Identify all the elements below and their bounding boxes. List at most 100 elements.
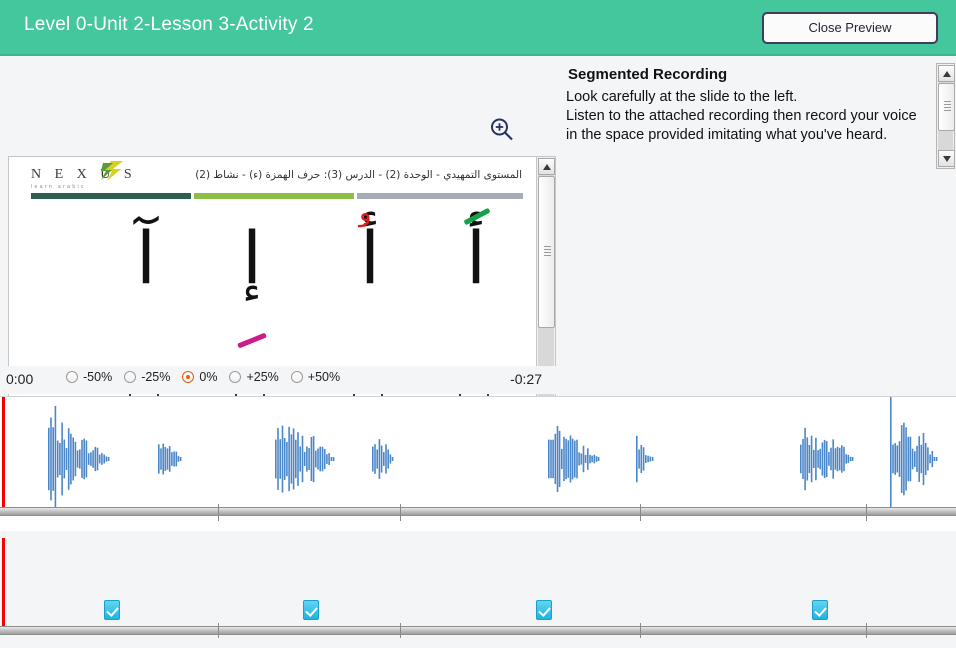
damma-mark-red-icon: و bbox=[359, 198, 372, 228]
waveform-bar bbox=[815, 437, 817, 481]
waveform-graphic[interactable] bbox=[0, 397, 956, 507]
waveform-bar bbox=[802, 439, 804, 479]
waveform-bar bbox=[70, 433, 72, 485]
waveform-bar bbox=[376, 449, 378, 469]
waveform-bar bbox=[810, 435, 813, 483]
waveform-bar bbox=[841, 445, 843, 473]
waveform-bar bbox=[105, 456, 108, 462]
speed-option-minus25[interactable]: -25% bbox=[124, 370, 170, 384]
waveform-bar bbox=[911, 448, 914, 470]
instructions-scrollbar[interactable] bbox=[936, 63, 955, 169]
radio-icon[interactable] bbox=[229, 371, 242, 383]
speed-label-minus25: -25% bbox=[141, 370, 171, 384]
waveform-bar bbox=[574, 440, 576, 478]
instructions-scroll-up-icon[interactable] bbox=[938, 65, 955, 82]
waveform-bar bbox=[550, 439, 552, 479]
speed-option-zero[interactable]: 0% bbox=[182, 370, 217, 384]
waveform-bar bbox=[924, 443, 927, 475]
waveform-bar bbox=[929, 454, 931, 464]
waveform-bar bbox=[933, 457, 936, 461]
waveform-bar bbox=[63, 439, 66, 479]
waveform-bar bbox=[567, 440, 570, 478]
waveform-bar bbox=[160, 448, 162, 470]
radio-icon[interactable] bbox=[124, 371, 137, 383]
playhead-segments[interactable] bbox=[2, 538, 5, 626]
radio-icon[interactable] bbox=[290, 371, 303, 383]
waveform-bar bbox=[319, 446, 321, 472]
waveform-bar bbox=[54, 405, 57, 507]
speed-option-minus50[interactable]: -50% bbox=[66, 370, 112, 384]
segmented-recording-app: Level 0-Unit 2-Lesson 3-Activity 2 Close… bbox=[0, 0, 956, 648]
ruler-tick bbox=[218, 504, 219, 521]
waveform-bar bbox=[179, 457, 182, 461]
radio-icon-selected[interactable] bbox=[182, 371, 195, 383]
waveform-bar bbox=[162, 443, 164, 475]
waveform-bar bbox=[332, 457, 335, 461]
waveform-bar bbox=[838, 447, 841, 471]
segment-checkbox-3[interactable] bbox=[536, 600, 552, 620]
speed-label-plus25: +25% bbox=[246, 370, 279, 384]
waveform-bar bbox=[556, 425, 559, 493]
waveform-bar bbox=[565, 438, 567, 480]
glyph-char-2: أ bbox=[359, 216, 380, 300]
waveform-bar bbox=[552, 439, 554, 479]
waveform-bar bbox=[303, 451, 306, 467]
zoom-in-icon[interactable] bbox=[488, 116, 516, 144]
waveform-bar bbox=[290, 434, 293, 484]
playback-speed-bar: 0:00 -50% -25% 0% +25% +50% -0:27 bbox=[0, 366, 556, 394]
speed-radio-group[interactable]: -50% -25% 0% +25% +50% bbox=[66, 370, 340, 384]
waveform-bar bbox=[914, 451, 916, 467]
waveform-bar bbox=[894, 443, 896, 475]
close-preview-button[interactable]: Close Preview bbox=[762, 12, 938, 44]
waveform-bar bbox=[649, 456, 652, 462]
ruler-tick bbox=[866, 504, 867, 521]
segment-ruler[interactable] bbox=[0, 623, 956, 640]
waveform-bar bbox=[918, 436, 920, 482]
logo-tagline: learn arabic bbox=[31, 184, 86, 190]
waveform-bar bbox=[580, 453, 583, 465]
radio-icon[interactable] bbox=[66, 371, 78, 383]
waveform-bar bbox=[306, 446, 308, 472]
waveform-bar bbox=[890, 397, 892, 507]
waveform-bar bbox=[927, 447, 929, 471]
speed-option-plus25[interactable]: +25% bbox=[229, 370, 279, 384]
waveform-bar bbox=[173, 451, 175, 467]
waveform-bar bbox=[582, 445, 585, 473]
waveform-bar bbox=[563, 436, 565, 482]
waveform-bar bbox=[389, 454, 392, 464]
waveform-bar bbox=[83, 438, 85, 480]
waveform-bar bbox=[52, 427, 54, 491]
waveform-bar bbox=[843, 446, 845, 472]
speed-option-plus50[interactable]: +50% bbox=[290, 370, 340, 384]
remaining-time: -0:27 bbox=[510, 371, 542, 387]
segment-checkbox-4[interactable] bbox=[812, 600, 828, 620]
waveform-track[interactable] bbox=[0, 396, 956, 531]
waveform-bar bbox=[315, 450, 317, 468]
ruler-tick bbox=[400, 504, 401, 521]
instructions-scrollbar-thumb[interactable] bbox=[938, 83, 955, 131]
slide-progress-bars bbox=[31, 193, 523, 199]
waveform-bar bbox=[569, 435, 572, 483]
slide-scrollbar-thumb[interactable] bbox=[538, 176, 555, 328]
waveform-bar bbox=[56, 440, 59, 478]
segment-track[interactable] bbox=[0, 538, 956, 640]
waveform-bar bbox=[834, 448, 837, 470]
waveform-bar bbox=[277, 428, 279, 490]
waveform-bar bbox=[48, 427, 50, 491]
progress-bar-light-green bbox=[194, 193, 354, 199]
waveform-bar bbox=[383, 452, 385, 466]
instructions-scroll-down-icon[interactable] bbox=[938, 150, 955, 167]
waveform-ruler[interactable] bbox=[0, 504, 956, 521]
waveform-bar bbox=[387, 449, 389, 469]
segment-checkbox-2[interactable] bbox=[303, 600, 319, 620]
waveform-bar bbox=[94, 446, 97, 472]
waveform-bar bbox=[800, 444, 802, 474]
waveform-bar bbox=[808, 445, 811, 474]
slide-scroll-up-icon[interactable] bbox=[538, 158, 555, 175]
playhead-waveform[interactable] bbox=[2, 397, 5, 507]
waveform-bar bbox=[847, 454, 850, 464]
waveform-bar bbox=[98, 454, 101, 464]
waveform-bar bbox=[310, 437, 313, 481]
waveform-bar bbox=[295, 439, 297, 479]
segment-checkbox-1[interactable] bbox=[104, 600, 120, 620]
